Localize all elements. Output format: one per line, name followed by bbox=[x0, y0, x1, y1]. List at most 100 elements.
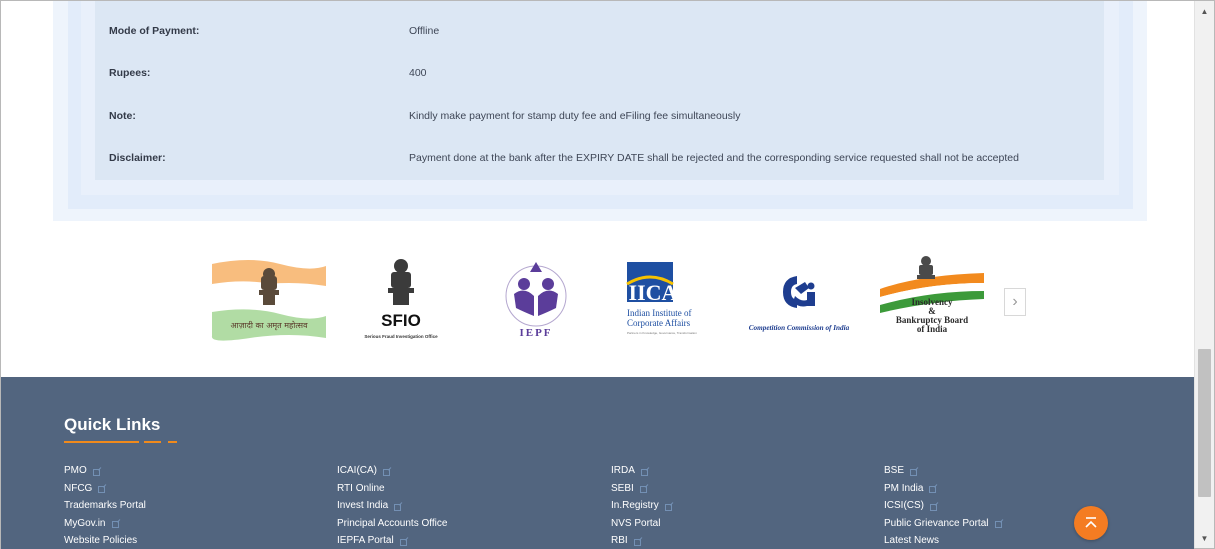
quick-links-heading: Quick Links bbox=[64, 415, 161, 434]
quick-link-label: ICAI(CA) bbox=[337, 465, 377, 477]
quick-link[interactable]: SEBI bbox=[611, 480, 673, 498]
iica-line1: Indian Institute of bbox=[627, 308, 692, 318]
external-link-icon bbox=[98, 484, 106, 494]
iepf-logo[interactable]: IEPF bbox=[491, 251, 581, 346]
chevron-right-icon: › bbox=[1012, 293, 1018, 310]
detail-label: Disclaimer: bbox=[109, 152, 166, 164]
quick-link[interactable]: MyGov.in bbox=[64, 515, 146, 533]
quick-link-label: PM India bbox=[884, 482, 924, 494]
external-link-icon bbox=[111, 519, 120, 529]
quick-link[interactable]: In.Registry bbox=[611, 497, 673, 515]
payment-details-table: Mode of Payment: Offline Rupees: 400 Not… bbox=[95, 1, 1104, 180]
quick-link[interactable]: Trademarks Portal bbox=[64, 497, 146, 515]
scroll-down-arrow-icon[interactable]: ▼ bbox=[1195, 530, 1214, 546]
scrollbar-thumb[interactable] bbox=[1198, 349, 1211, 497]
scroll-up-arrow-icon[interactable]: ▲ bbox=[1195, 3, 1214, 19]
quick-link-label: RTI Online bbox=[337, 482, 385, 494]
quick-link-label: IEPFA Portal bbox=[337, 535, 394, 547]
quick-link-label: Latest News bbox=[884, 535, 940, 547]
quick-link[interactable]: Public Grievance Portal bbox=[884, 515, 1003, 533]
sfio-subtitle: Serious Fraud Investigation Office bbox=[364, 334, 438, 339]
quick-link[interactable]: NVS Portal bbox=[611, 515, 673, 533]
quick-link-label: ICSI(CS) bbox=[884, 500, 924, 512]
detail-value: Offline bbox=[409, 25, 440, 37]
iica-line2: Corporate Affairs bbox=[627, 318, 691, 328]
quick-links-column-2: ICAI(CA) RTI Online Invest India Principal … bbox=[337, 462, 447, 549]
sfio-title: SFIO bbox=[381, 311, 421, 330]
quick-link-label: Trademarks Portal bbox=[64, 500, 146, 512]
footer: Quick Links PMO NFCG Trademarks Portal MyGo… bbox=[1, 377, 1194, 549]
scroll-to-top-button[interactable] bbox=[1074, 506, 1108, 540]
ibbi-line4: of India bbox=[917, 324, 948, 334]
quick-link-label: NFCG bbox=[64, 482, 93, 494]
quick-link-label: NVS Portal bbox=[611, 517, 661, 529]
vertical-scrollbar[interactable]: ▲ ▼ bbox=[1194, 1, 1214, 548]
sfio-logo[interactable]: SFIO Serious Fraud Investigation Office bbox=[351, 251, 451, 346]
quick-link-label: Website Policies bbox=[64, 535, 138, 547]
detail-label: Rupees: bbox=[109, 67, 151, 79]
quick-links-column-3: IRDA SEBI In.Registry NVS Portal RBI bbox=[611, 462, 673, 549]
heading-underline-dot bbox=[168, 441, 177, 443]
quick-link[interactable]: IEPFA Portal bbox=[337, 532, 447, 549]
detail-row-note: Note: Kindly make payment for stamp duty… bbox=[95, 106, 1104, 126]
cci-text: Competition Commission of India bbox=[749, 324, 850, 332]
quick-link[interactable]: ICAI(CA) bbox=[337, 462, 447, 480]
iepf-title: IEPF bbox=[519, 327, 552, 339]
iica-tagline: Partners in Knowledge, Governance, Trans… bbox=[627, 331, 697, 335]
quick-link-label: Public Grievance Portal bbox=[884, 517, 989, 529]
iica-title: IICA bbox=[629, 280, 678, 305]
detail-value: 400 bbox=[409, 67, 427, 79]
azadi-text: आज़ादी का अमृत महोत्सव bbox=[230, 320, 308, 331]
quick-link[interactable]: BSE bbox=[884, 462, 1003, 480]
quick-link-label: In.Registry bbox=[611, 500, 659, 512]
external-link-icon bbox=[633, 537, 642, 546]
quick-link[interactable]: Principal Accounts Office bbox=[337, 515, 447, 533]
quick-link[interactable]: Latest News bbox=[884, 532, 1003, 549]
quick-link[interactable]: Website Policies bbox=[64, 532, 146, 549]
external-link-icon bbox=[383, 467, 391, 476]
detail-label: Mode of Payment: bbox=[109, 25, 200, 37]
page-content: Mode of Payment: Offline Rupees: 400 Not… bbox=[1, 1, 1194, 549]
quick-links-column-1: PMO NFCG Trademarks Portal MyGov.in Website … bbox=[64, 462, 146, 549]
quick-link-label: Invest India bbox=[337, 500, 389, 512]
carousel-next-button[interactable]: › bbox=[1004, 288, 1026, 316]
external-link-icon bbox=[639, 484, 648, 494]
iica-logo[interactable]: IICA Indian Institute of Corporate Affai… bbox=[613, 251, 713, 346]
external-link-icon bbox=[640, 467, 649, 476]
external-link-icon bbox=[399, 537, 408, 546]
external-link-icon bbox=[394, 502, 402, 511]
quick-link-label: BSE bbox=[884, 465, 905, 477]
detail-row-disclaimer: Disclaimer: Payment done at the bank aft… bbox=[95, 148, 1104, 168]
heading-underline bbox=[64, 441, 139, 443]
quick-link-label: Principal Accounts Office bbox=[337, 517, 448, 529]
quick-link[interactable]: IRDA bbox=[611, 462, 673, 480]
external-link-icon bbox=[930, 502, 938, 511]
quick-link-label: SEBI bbox=[611, 482, 634, 494]
heading-underline-dash bbox=[144, 441, 161, 443]
quick-link[interactable]: PM India bbox=[884, 480, 1003, 498]
quick-link[interactable]: ICSI(CS) bbox=[884, 497, 1003, 515]
external-link-icon bbox=[92, 467, 101, 476]
detail-value: Kindly make payment for stamp duty fee a… bbox=[409, 110, 741, 122]
quick-link-label: PMO bbox=[64, 465, 87, 477]
external-link-icon bbox=[994, 519, 1003, 529]
quick-link[interactable]: PMO bbox=[64, 462, 146, 480]
detail-row-rupees: Rupees: 400 bbox=[95, 63, 1104, 83]
detail-row-mode-of-payment: Mode of Payment: Offline bbox=[95, 21, 1104, 41]
partner-logos-carousel: आज़ादी का अमृत महोत्सव SFIO Serious Frau… bbox=[201, 251, 1041, 351]
quick-links-column-4: BSE PM India ICSI(CS) Public Grievance Port… bbox=[884, 462, 1003, 549]
detail-label: Note: bbox=[109, 110, 136, 122]
quick-link[interactable]: NFCG bbox=[64, 480, 146, 498]
quick-link[interactable]: Invest India bbox=[337, 497, 447, 515]
quick-link-label: IRDA bbox=[611, 465, 635, 477]
quick-link-label: MyGov.in bbox=[64, 517, 106, 529]
quick-link[interactable]: RBI bbox=[611, 532, 673, 549]
external-link-icon bbox=[929, 484, 937, 494]
quick-link[interactable]: RTI Online bbox=[337, 480, 447, 498]
quick-link-label: RBI bbox=[611, 535, 628, 547]
external-link-icon bbox=[910, 467, 918, 476]
azadi-ka-amrit-mahotsav-logo[interactable]: आज़ादी का अमृत महोत्सव bbox=[209, 251, 329, 346]
cci-logo[interactable]: Competition Commission of India bbox=[739, 251, 859, 346]
ibbi-logo[interactable]: Insolvency & Bankruptcy Board of India bbox=[879, 251, 985, 346]
detail-value: Payment done at the bank after the EXPIR… bbox=[409, 152, 1019, 164]
